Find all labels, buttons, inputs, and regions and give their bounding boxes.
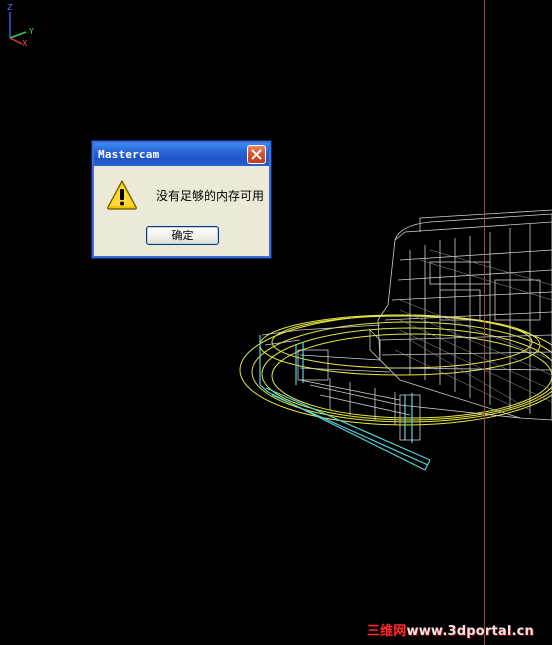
axis-indicator-icon: Z Y X <box>7 3 34 46</box>
dialog-titlebar[interactable]: Mastercam <box>94 143 269 166</box>
vertical-guide-line <box>484 0 485 645</box>
warning-icon <box>107 179 137 210</box>
dialog-body: 没有足够的内存可用 确定 <box>94 166 269 256</box>
close-button[interactable] <box>247 145 266 164</box>
dialog-message: 没有足够的内存可用 <box>156 189 265 203</box>
graphics-viewport[interactable]: Z Y X 三维网www.3dportal.cn <box>0 0 552 645</box>
close-icon <box>251 149 262 160</box>
dialog-title: Mastercam <box>98 148 160 161</box>
ok-button[interactable]: 确定 <box>146 226 219 245</box>
watermark: 三维网www.3dportal.cn <box>367 620 534 639</box>
watermark-url: www.3dportal.cn <box>406 624 534 639</box>
axis-z-label: Z <box>7 3 13 12</box>
axis-x-label: X <box>22 39 28 46</box>
axis-y-label: Y <box>28 27 34 36</box>
message-dialog: Mastercam 没有足够的内存可用 确定 <box>91 140 272 259</box>
watermark-site-name: 三维网 <box>366 624 407 639</box>
wireframe-model <box>239 209 552 471</box>
